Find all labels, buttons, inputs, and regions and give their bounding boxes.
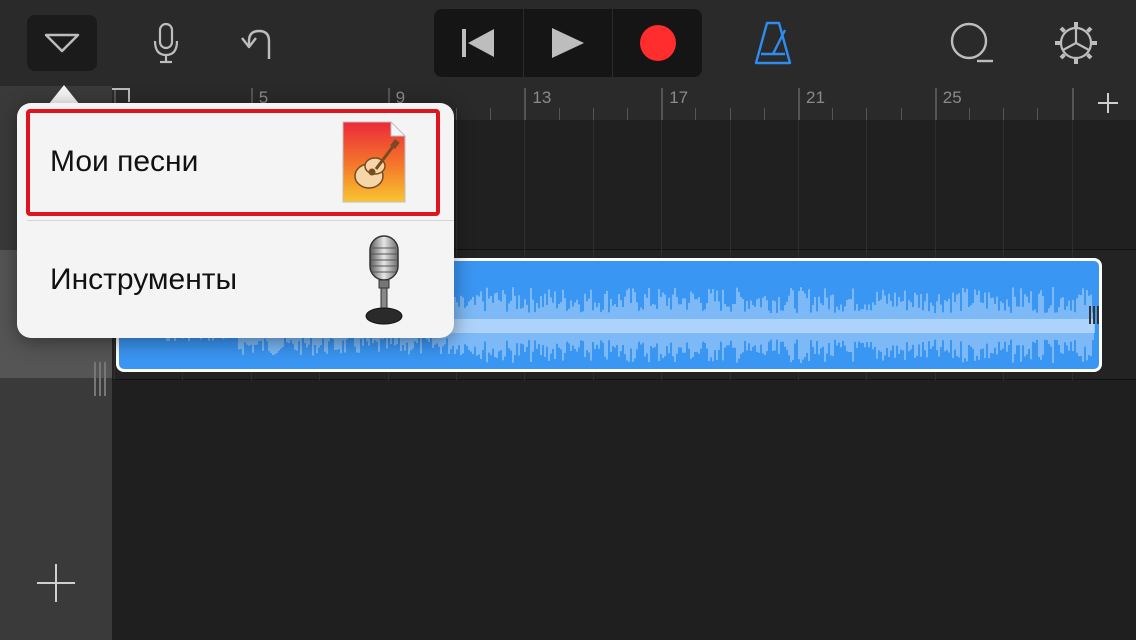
grid-line	[866, 120, 868, 250]
ruler-tick	[592, 108, 594, 120]
ruler-label: 21	[806, 88, 825, 107]
ruler-tick	[490, 108, 492, 120]
grid-line	[798, 120, 799, 250]
ruler-tick	[627, 108, 628, 120]
loop-icon	[950, 22, 993, 63]
loop-browser-button[interactable]	[942, 15, 1000, 71]
browser-menu-button[interactable]	[27, 15, 97, 71]
ruler-tick	[695, 108, 697, 120]
ruler-tick	[456, 108, 457, 120]
metronome-icon	[754, 21, 792, 65]
grid-line	[592, 120, 594, 250]
microphone-button[interactable]	[140, 15, 192, 71]
record-icon	[639, 25, 676, 61]
gear-icon	[1055, 22, 1097, 64]
track-resize-handle[interactable]	[94, 362, 108, 396]
ruler-label: 17	[669, 88, 689, 107]
ruler-tick	[969, 108, 970, 120]
metronome-button[interactable]	[745, 15, 801, 71]
grid-line	[524, 120, 526, 250]
menu-item-my-songs[interactable]: Мои песни	[17, 103, 454, 220]
undo-button[interactable]	[232, 15, 284, 71]
microphone-icon	[153, 22, 179, 64]
ruler-label: 13	[532, 88, 552, 107]
ruler-tick	[832, 108, 834, 120]
play-icon	[552, 28, 584, 58]
grid-line	[934, 120, 936, 250]
grid-line	[1071, 120, 1073, 250]
triangle-down-icon	[44, 33, 80, 53]
region-trim-handle[interactable]	[1089, 306, 1099, 324]
menu-item-instruments[interactable]: Инструменты	[17, 221, 454, 338]
plus-icon	[37, 564, 75, 602]
ruler-tick	[763, 108, 765, 120]
ruler-tick	[1003, 108, 1005, 120]
menu-item-label: Инструменты	[50, 262, 238, 296]
rewind-icon	[462, 29, 495, 57]
ruler-tick	[661, 88, 664, 120]
microphone-instrument-icon	[365, 234, 403, 324]
browser-popover-menu: Мои песни Инструменты	[17, 103, 454, 338]
ruler-tick	[1071, 88, 1074, 120]
grid-line	[456, 120, 457, 250]
garageband-app: 5 9 13 17 21 25 Мои песни Инструменты	[0, 0, 1136, 640]
ruler-tick	[798, 88, 800, 120]
grid-line	[1003, 120, 1005, 250]
add-section-button[interactable]	[1080, 86, 1136, 120]
ruler-tick	[900, 108, 902, 120]
settings-button[interactable]	[1048, 15, 1104, 71]
menu-item-label: Мои песни	[50, 144, 199, 178]
undo-icon	[241, 29, 271, 59]
popover-arrow	[48, 85, 80, 105]
ruler-label: 25	[942, 88, 962, 107]
grid-line	[729, 120, 731, 250]
ruler-tick	[866, 108, 868, 120]
ruler-tick	[558, 108, 560, 120]
grid-line	[661, 120, 663, 250]
plus-icon	[1098, 93, 1118, 113]
playhead-marker[interactable]	[112, 88, 130, 102]
ruler-tick	[1037, 108, 1039, 120]
ruler-tick	[729, 108, 731, 120]
record-button[interactable]	[613, 9, 702, 77]
garageband-document-icon	[342, 120, 406, 202]
add-track-button[interactable]	[24, 551, 88, 615]
top-toolbar	[0, 0, 1136, 86]
ruler-tick	[524, 88, 527, 120]
rewind-button[interactable]	[434, 9, 524, 77]
transport-controls	[434, 9, 702, 77]
play-button[interactable]	[524, 9, 614, 77]
ruler-tick	[934, 88, 937, 120]
